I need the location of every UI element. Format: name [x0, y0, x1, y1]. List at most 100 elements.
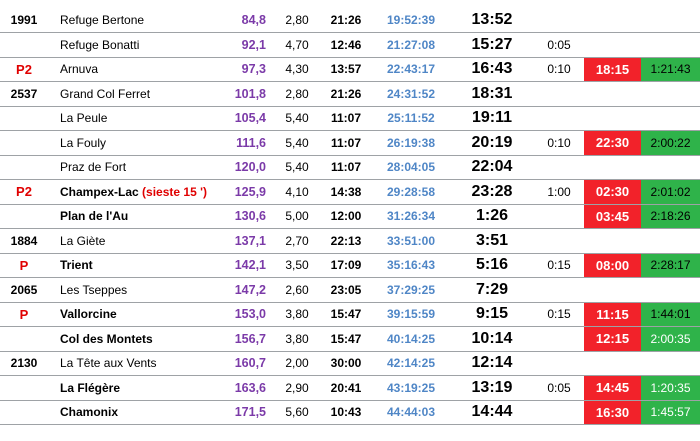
pace-cell: 21:26	[320, 8, 372, 33]
table-row: La Peule 105,4 5,40 11:07 25:11:52 19:11	[0, 106, 700, 131]
clock-time-cell: 22:04	[450, 155, 534, 180]
checkpoint-name-cell: Grand Col Ferret	[48, 81, 218, 107]
checkpoint-name-cell: Refuge Bertone	[48, 8, 218, 33]
checkpoint-name: La Peule	[60, 111, 108, 126]
split-time-cell	[641, 32, 700, 58]
checkpoint-name: La Tête aux Vents	[60, 356, 157, 371]
checkpoint-name: La Fouly	[60, 135, 107, 150]
checkpoint-name: La Giète	[60, 233, 106, 248]
arrival-time-cell: 08:00	[584, 253, 641, 278]
stop-duration-cell	[534, 106, 584, 131]
clock-time-cell: 7:29	[450, 277, 534, 303]
distance-km-cell: 142,1	[218, 253, 274, 278]
stop-duration-cell	[534, 400, 584, 425]
elapsed-time-cell: 29:28:58	[372, 179, 450, 205]
altitude-cell: P	[0, 253, 48, 278]
stop-duration-cell: 0:15	[534, 253, 584, 278]
pace-cell: 10:43	[320, 400, 372, 425]
speed-cell: 3,80	[274, 302, 320, 327]
stop-duration-cell: 0:05	[534, 32, 584, 58]
checkpoint-name: Champex-Lac	[60, 184, 139, 199]
distance-km-cell: 101,8	[218, 81, 274, 107]
checkpoint-name: Refuge Bertone	[60, 13, 145, 27]
distance-km-cell: 97,3	[218, 57, 274, 82]
table-row: 1884 La Giète 137,1 2,70 22:13 33:51:00 3:51	[0, 228, 700, 254]
altitude-cell	[0, 155, 48, 180]
stop-duration-cell: 0:15	[534, 302, 584, 327]
altitude-cell	[0, 130, 48, 156]
stop-duration-cell: 1:00	[534, 179, 584, 205]
arrival-time-cell: 03:45	[584, 204, 641, 229]
elapsed-time-cell: 26:19:38	[372, 130, 450, 156]
split-time-cell	[641, 228, 700, 254]
speed-cell: 5,40	[274, 130, 320, 156]
elapsed-time-cell: 25:11:52	[372, 106, 450, 131]
speed-cell: 2,70	[274, 228, 320, 254]
checkpoint-name-cell: Vallorcine	[48, 302, 218, 327]
elapsed-time-cell: 40:14:25	[372, 326, 450, 352]
altitude-cell	[0, 204, 48, 229]
distance-km-cell: 147,2	[218, 277, 274, 303]
pace-cell: 22:13	[320, 228, 372, 254]
stop-duration-cell	[534, 204, 584, 229]
speed-cell: 5,60	[274, 400, 320, 425]
clock-time-cell: 19:11	[450, 106, 534, 131]
altitude-cell: 2130	[0, 351, 48, 376]
altitude-cell	[0, 326, 48, 352]
checkpoint-name-cell: La Giète	[48, 228, 218, 254]
stop-duration-cell: 0:10	[534, 57, 584, 82]
table-row: La Fouly 111,6 5,40 11:07 26:19:38 20:19 0:10 2…	[0, 130, 700, 156]
table-row: 2537 Grand Col Ferret 101,8 2,80 21:26 24:31:…	[0, 81, 700, 107]
stop-duration-cell	[534, 326, 584, 352]
arrival-time-cell	[584, 228, 641, 254]
distance-km-cell: 130,6	[218, 204, 274, 229]
distance-km-cell: 84,8	[218, 8, 274, 33]
checkpoint-name-cell: Praz de Fort	[48, 155, 218, 180]
table-row: P2 Champex-Lac (sieste 15 ') 125,9 4,10 14:3…	[0, 179, 700, 205]
pace-cell: 12:00	[320, 204, 372, 229]
distance-km-cell: 137,1	[218, 228, 274, 254]
elapsed-time-cell: 19:52:39	[372, 8, 450, 33]
elapsed-time-cell: 43:19:25	[372, 375, 450, 401]
altitude-cell: 2537	[0, 81, 48, 107]
pace-cell: 23:05	[320, 277, 372, 303]
split-time-cell: 2:00:22	[641, 130, 700, 156]
clock-time-cell: 13:52	[450, 8, 534, 33]
checkpoint-name-cell: Chamonix	[48, 400, 218, 425]
distance-km-cell: 120,0	[218, 155, 274, 180]
arrival-time-cell	[584, 277, 641, 303]
pace-cell: 15:47	[320, 302, 372, 327]
speed-cell: 2,80	[274, 8, 320, 33]
split-time-cell	[641, 8, 700, 33]
arrival-time-cell: 22:30	[584, 130, 641, 156]
speed-cell: 2,00	[274, 351, 320, 376]
split-time-cell: 1:45:57	[641, 400, 700, 425]
speed-cell: 4,30	[274, 57, 320, 82]
speed-cell: 5,40	[274, 155, 320, 180]
split-time-cell	[641, 106, 700, 131]
table-row: 2130 La Tête aux Vents 160,7 2,00 30:00 42:14…	[0, 351, 700, 376]
split-time-cell: 2:18:26	[641, 204, 700, 229]
checkpoint-name-cell: Col des Montets	[48, 326, 218, 352]
stop-duration-cell: 0:10	[534, 130, 584, 156]
checkpoint-name-cell: La Tête aux Vents	[48, 351, 218, 376]
split-time-cell: 1:21:43	[641, 57, 700, 82]
elapsed-time-cell: 31:26:34	[372, 204, 450, 229]
altitude-cell: P	[0, 302, 48, 327]
elapsed-time-cell: 22:43:17	[372, 57, 450, 82]
altitude-cell	[0, 375, 48, 401]
checkpoint-name: Col des Montets	[60, 331, 153, 346]
elapsed-time-cell: 28:04:05	[372, 155, 450, 180]
pace-cell: 11:07	[320, 130, 372, 156]
arrival-time-cell	[584, 32, 641, 58]
distance-km-cell: 111,6	[218, 130, 274, 156]
pace-cell: 14:38	[320, 179, 372, 205]
altitude-cell	[0, 400, 48, 425]
stop-duration-cell	[534, 155, 584, 180]
arrival-time-cell: 14:45	[584, 375, 641, 401]
split-time-cell	[641, 277, 700, 303]
checkpoint-name-cell: Arnuva	[48, 57, 218, 82]
altitude-cell	[0, 106, 48, 131]
table-row: P Trient 142,1 3,50 17:09 35:16:43 5:16 0:15 08:…	[0, 253, 700, 278]
speed-cell: 2,90	[274, 375, 320, 401]
